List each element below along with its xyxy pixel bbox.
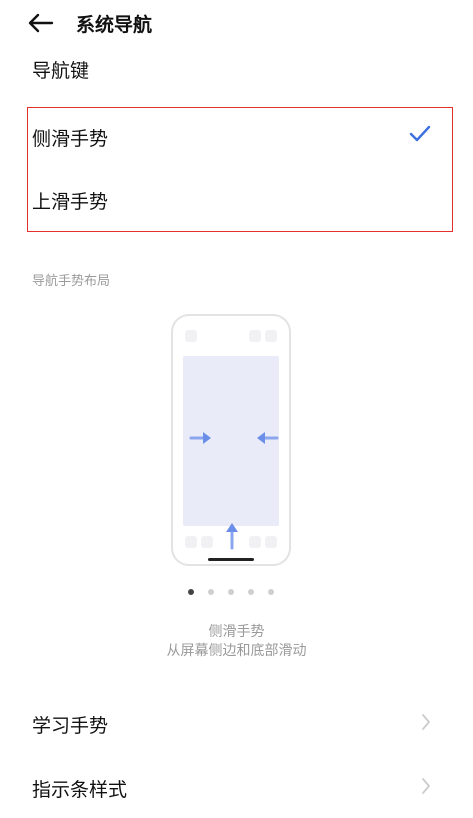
nav-key-heading: 导航键 (32, 60, 90, 82)
page-dot[interactable] (268, 589, 274, 595)
page-indicator[interactable] (188, 587, 278, 597)
gesture-caption-title: 侧滑手势 (208, 624, 265, 640)
app-icon-placeholder (185, 536, 197, 548)
app-icon-placeholder (201, 536, 213, 548)
page-dot[interactable] (188, 589, 194, 595)
checkmark-icon (409, 125, 431, 142)
app-icon-placeholder (185, 330, 197, 342)
arrow-right-icon (189, 432, 211, 444)
back-arrow-icon[interactable] (26, 12, 54, 34)
page-dot[interactable] (248, 589, 254, 595)
home-indicator-bar (208, 558, 254, 561)
app-icon-placeholder (249, 536, 261, 548)
app-icon-placeholder (249, 330, 261, 342)
page-dot[interactable] (228, 589, 234, 595)
gesture-preview-phone (171, 314, 291, 566)
arrow-up-icon (226, 523, 238, 550)
top-bar: 系统导航 (0, 0, 473, 44)
app-icon-placeholder (265, 330, 277, 342)
gesture-caption-desc: 从屏幕侧边和底部滑动 (166, 643, 307, 659)
layout-section-label: 导航手势布局 (32, 274, 111, 289)
chevron-right-icon[interactable] (420, 776, 432, 796)
arrow-left-icon (257, 432, 279, 444)
learn-gestures-item[interactable]: 学习手势 (32, 711, 108, 738)
page-dot[interactable] (208, 589, 214, 595)
option-swipe-up[interactable]: 上滑手势 (32, 187, 108, 214)
chevron-right-icon[interactable] (420, 712, 432, 732)
indicator-style-item[interactable]: 指示条样式 (32, 775, 127, 802)
app-icon-placeholder (265, 536, 277, 548)
page-title: 系统导航 (76, 14, 153, 36)
option-side-swipe[interactable]: 侧滑手势 (32, 124, 108, 151)
